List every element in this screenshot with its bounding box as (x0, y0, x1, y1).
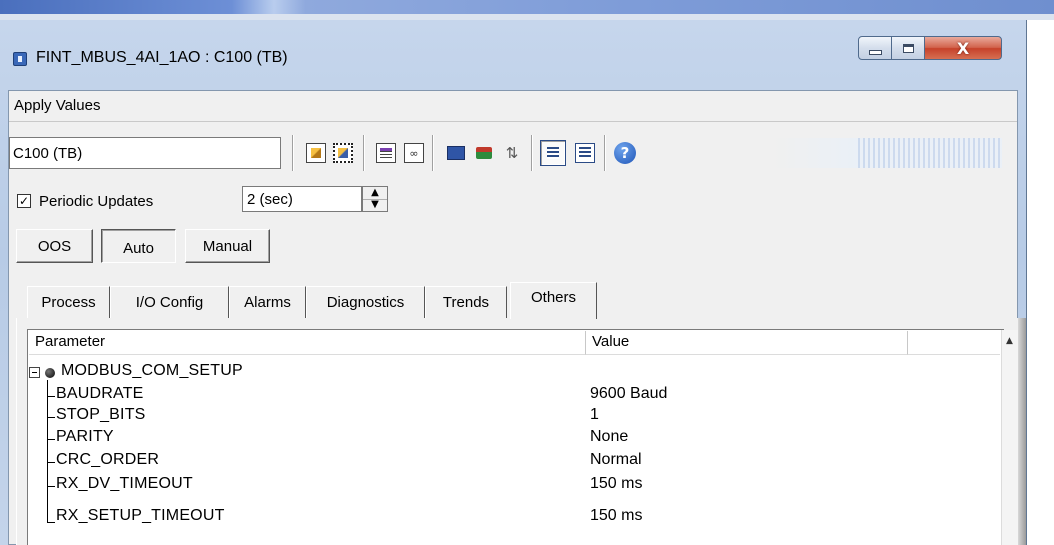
column-header-parameter[interactable]: Parameter (29, 331, 586, 355)
menu-item-apply-values[interactable]: Apply Values (14, 97, 100, 114)
close-button[interactable]: X (924, 36, 1002, 60)
tree-branch (47, 417, 55, 418)
edit-selected-icon[interactable] (333, 143, 353, 163)
edit-parameters-icon[interactable] (306, 143, 326, 163)
param-name[interactable]: STOP_BITS (56, 406, 146, 424)
param-name[interactable]: RX_DV_TIMEOUT (56, 475, 193, 493)
monitor-icon[interactable] (446, 143, 466, 163)
detail-view-icon[interactable] (575, 143, 595, 163)
auto-button[interactable]: Auto (101, 229, 176, 263)
minimize-icon (868, 49, 882, 55)
window-right-edge (1018, 318, 1026, 545)
menu-bar (9, 91, 1017, 122)
tab-others[interactable]: Others (510, 282, 597, 319)
scroll-up-icon[interactable]: ▲ (1001, 330, 1018, 352)
arrows-icon[interactable]: ⇅ (502, 143, 522, 163)
maximize-icon (902, 43, 914, 53)
tree-group-label[interactable]: MODBUS_COM_SETUP (61, 362, 243, 380)
param-value[interactable]: Normal (590, 451, 642, 469)
param-value[interactable]: None (590, 428, 628, 446)
update-interval-field[interactable]: 2 (sec) (242, 186, 362, 212)
periodic-updates-checkbox[interactable]: ✓ (17, 194, 31, 208)
list-view-icon[interactable] (540, 140, 566, 166)
param-value[interactable]: 9600 Baud (590, 385, 667, 403)
tab-trends[interactable]: Trends (425, 286, 507, 318)
tree-branch (47, 486, 55, 487)
maximize-button[interactable] (891, 36, 925, 60)
param-name[interactable]: BAUDRATE (56, 385, 144, 403)
vertical-scrollbar[interactable] (1001, 330, 1019, 545)
close-icon: X (956, 38, 970, 58)
column-header-value[interactable]: Value (586, 331, 908, 355)
toolbar-gradient-fill (768, 138, 1002, 168)
toolbar-separator (363, 135, 365, 171)
tree-line (47, 380, 48, 523)
param-name[interactable]: RX_SETUP_TIMEOUT (56, 507, 225, 525)
tree-branch (47, 522, 55, 523)
param-value[interactable]: 150 ms (590, 507, 642, 525)
help-icon[interactable]: ? (614, 142, 636, 164)
minimize-button[interactable] (858, 36, 892, 60)
glasses-view-icon[interactable]: ∞ (404, 143, 424, 163)
transfer-icon[interactable] (474, 143, 494, 163)
block-name-field[interactable]: C100 (TB) (9, 137, 281, 169)
window-title: FINT_MBUS_4AI_1AO : C100 (TB) (36, 49, 288, 66)
tab-alarms[interactable]: Alarms (229, 286, 306, 318)
column-header-blank (908, 331, 1000, 355)
toolbar-separator (432, 135, 434, 171)
tree-branch (47, 439, 55, 440)
param-name[interactable]: CRC_ORDER (56, 451, 159, 469)
oos-button[interactable]: OOS (16, 229, 93, 263)
param-value[interactable]: 1 (590, 406, 599, 424)
app-icon (13, 52, 27, 66)
manual-button[interactable]: Manual (185, 229, 270, 263)
tree-branch (47, 396, 55, 397)
tab-io-config[interactable]: I/O Config (110, 286, 229, 318)
periodic-updates-label: Periodic Updates (39, 193, 154, 210)
param-value[interactable]: 150 ms (590, 475, 642, 493)
param-name[interactable]: PARITY (56, 428, 114, 446)
group-node-icon (45, 368, 55, 378)
toolbar-separator (292, 135, 294, 171)
toolbar-separator (604, 135, 606, 171)
documents-icon[interactable] (376, 143, 396, 163)
tree-branch (47, 462, 55, 463)
update-interval-spinner: ▲ ▼ (362, 186, 388, 212)
toolbar-separator (531, 135, 533, 171)
collapse-icon[interactable] (29, 367, 40, 378)
tab-diagnostics[interactable]: Diagnostics (306, 286, 425, 318)
tab-process[interactable]: Process (27, 286, 110, 318)
spin-down-icon[interactable]: ▼ (363, 199, 387, 211)
